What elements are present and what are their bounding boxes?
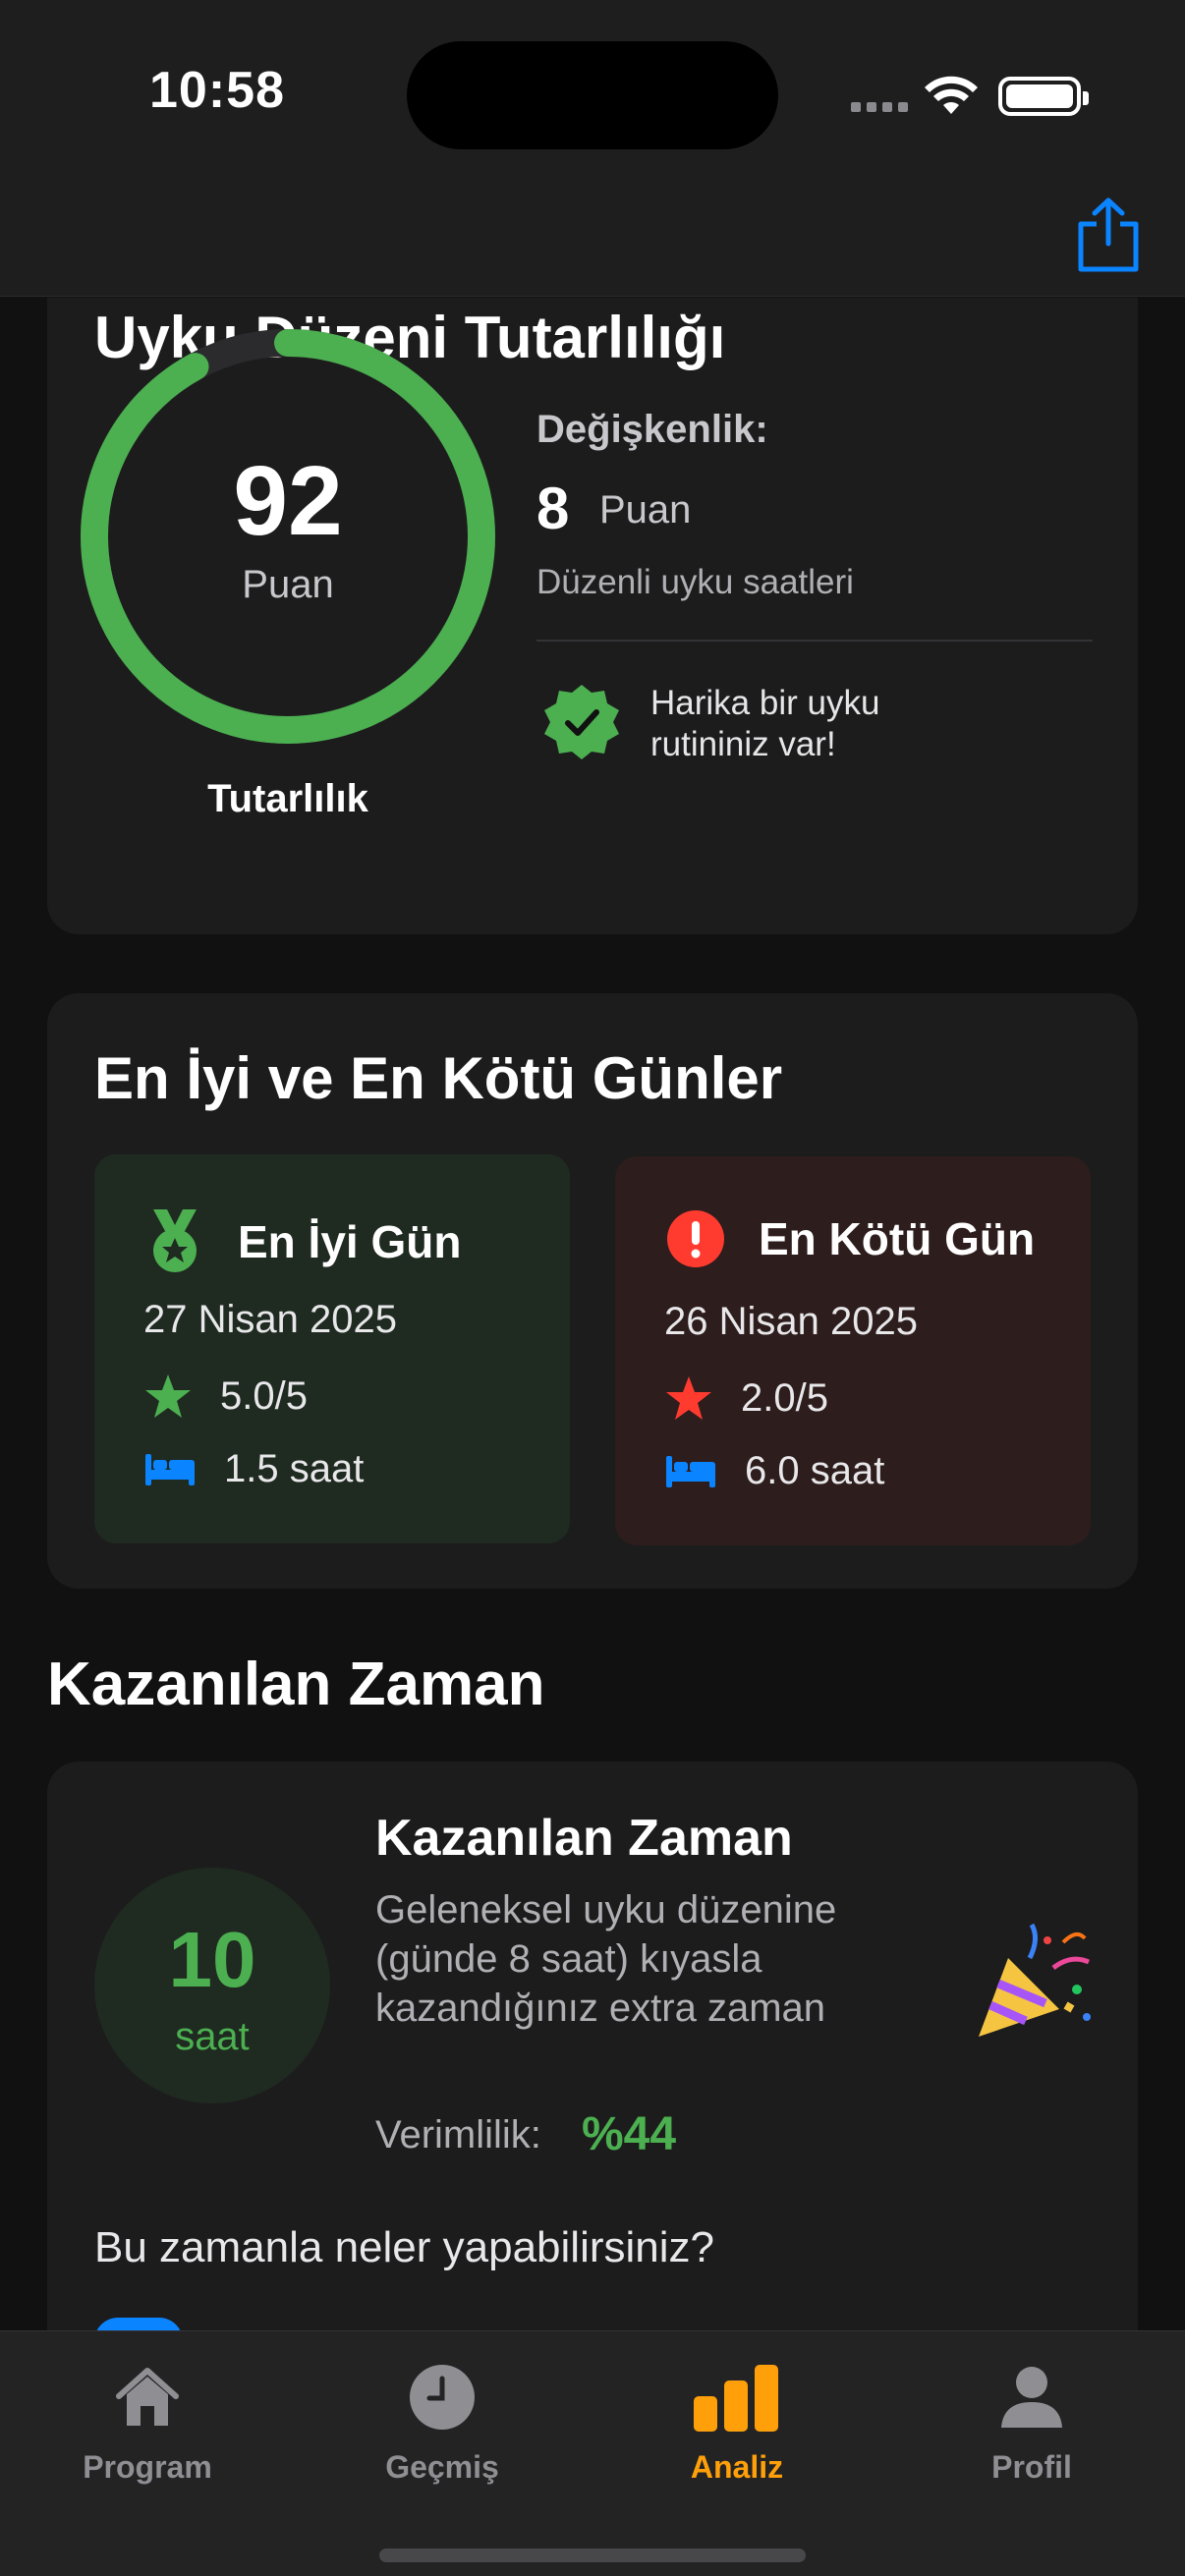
tab-bar: Program Geçmiş Analiz Profil [0,2330,1185,2576]
divider [536,640,1093,642]
gained-hours: 10 [168,1916,256,2003]
best-day-date: 27 Nisan 2025 [143,1298,397,1341]
gained-section-title: Kazanılan Zaman [47,1651,545,1718]
best-day-box: En İyi Gün 27 Nisan 2025 5.0/5 1.5 saat [94,1154,570,1543]
party-popper-icon [979,1923,1091,2037]
tab-label: Analiz [690,2449,784,2485]
variability-label: Değişkenlik: [536,408,768,451]
activity-chip[interactable] [94,2318,183,2331]
gained-question: Bu zamanla neler yapabilirsiniz? [94,2223,714,2271]
gained-hours-unit: saat [175,2015,250,2058]
status-time: 10:58 [149,62,285,119]
gained-description: Geleneksel uyku düzenine (günde 8 saat) … [375,1888,837,2030]
worst-day-rating: 2.0/5 [741,1375,828,1420]
gained-time-card: 10 saat Kazanılan Zaman Geleneksel uyku … [47,1762,1138,2331]
worst-day-box: En Kötü Gün 26 Nisan 2025 2.0/5 6.0 saat [615,1156,1091,1545]
best-day-duration: 1.5 saat [224,1447,365,1490]
consistency-score: 92 [233,446,343,556]
person-icon [1001,2367,1062,2428]
tab-label: Program [83,2449,212,2485]
exclamation-icon [667,1210,724,1267]
wifi-icon [925,76,978,114]
consistency-ring-label: Tutarlılık [207,777,368,820]
bed-icon [666,1455,715,1487]
battery-icon [998,77,1089,116]
consistency-badge-text: Harika bir uyku rutininiz var! [650,684,880,763]
worst-day-title: En Kötü Gün [759,1213,1036,1264]
clock-icon [410,2365,475,2430]
tab-program[interactable]: Program [0,2349,295,2496]
worst-day-duration: 6.0 saat [745,1449,885,1492]
best-worst-card: En İyi ve En Kötü Günler En İyi Gün 27 N… [47,993,1138,1589]
consistency-card: Uyku Düzeni Tutarlılığı 92 Puan Tutarlıl… [47,298,1138,934]
status-bar: 10:58 [0,0,1185,196]
medal-icon [153,1209,197,1272]
tab-profile[interactable]: Profil [884,2349,1179,2496]
variability-value: 8 [536,476,570,541]
house-icon [116,2368,179,2426]
consistency-ring: 92 Puan [79,327,497,746]
nav-header [0,196,1185,297]
consistency-score-unit: Puan [242,563,334,606]
dynamic-island [407,41,778,149]
bar-chart-icon [694,2365,778,2432]
tab-analysis[interactable]: Analiz [590,2349,884,2496]
variability-unit: Puan [599,488,692,532]
best-day-rating: 5.0/5 [220,1373,308,1418]
tab-label: Geçmiş [385,2449,499,2485]
tab-label: Profil [991,2449,1072,2485]
share-icon[interactable] [1073,196,1144,273]
tab-history[interactable]: Geçmiş [295,2349,590,2496]
best-day-title: En İyi Gün [238,1216,462,1267]
efficiency-label: Verimlilik: [375,2113,541,2156]
gained-card-title: Kazanılan Zaman [375,1810,793,1867]
star-icon [666,1376,711,1420]
bed-icon [145,1453,195,1485]
worst-day-date: 26 Nisan 2025 [664,1300,918,1343]
cellular-signal-icon [851,102,908,112]
checkmark-seal-icon [544,685,619,759]
best-worst-title: En İyi ve En Kötü Günler [94,1045,783,1111]
scroll-content[interactable]: Uyku Düzeni Tutarlılığı 92 Puan Tutarlıl… [0,298,1185,2331]
star-icon [145,1374,191,1418]
home-indicator [379,2548,806,2562]
variability-description: Düzenli uyku saatleri [536,563,854,601]
gained-hours-circle: 10 saat [94,1868,330,2103]
efficiency-value: %44 [582,2108,677,2160]
